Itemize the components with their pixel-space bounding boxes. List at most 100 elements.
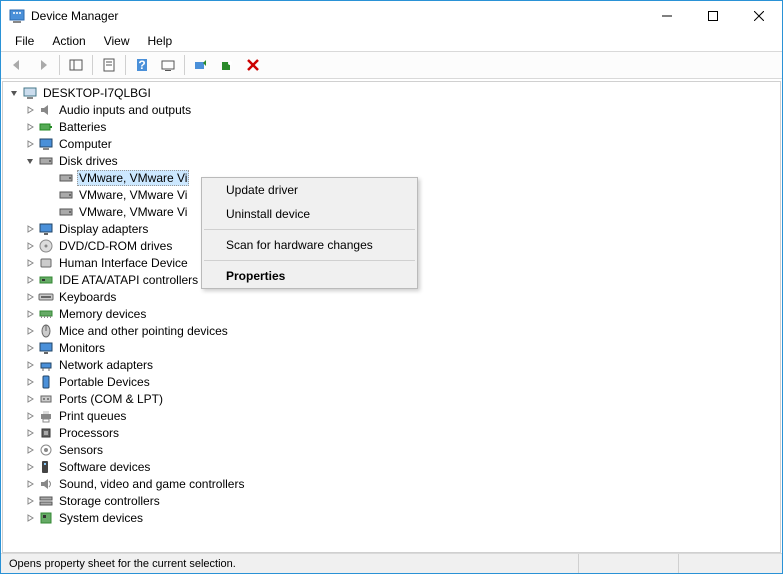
tree-root[interactable]: DESKTOP-I7QLBGI <box>3 84 780 101</box>
collapse-icon[interactable] <box>23 154 37 168</box>
expand-icon[interactable] <box>7 86 21 100</box>
category-label: Ports (COM & LPT) <box>57 392 165 406</box>
category-label: Portable Devices <box>57 375 152 389</box>
forward-button[interactable] <box>31 54 55 76</box>
category-label: Computer <box>57 137 114 151</box>
storage-icon <box>38 493 54 509</box>
tree-category[interactable]: Print queues <box>3 407 780 424</box>
category-label: Disk drives <box>57 154 120 168</box>
menubar: File Action View Help <box>1 31 782 51</box>
category-label: Mice and other pointing devices <box>57 324 230 338</box>
tree-category[interactable]: Network adapters <box>3 356 780 373</box>
tree-category[interactable]: Disk drives <box>3 152 780 169</box>
hid-icon <box>38 255 54 271</box>
computer-icon <box>38 136 54 152</box>
back-button[interactable] <box>5 54 29 76</box>
memory-icon <box>38 306 54 322</box>
status-cell-3 <box>678 554 778 573</box>
expand-icon[interactable] <box>23 137 37 151</box>
help-button[interactable]: ? <box>130 54 154 76</box>
mouse-icon <box>38 323 54 339</box>
expand-icon[interactable] <box>23 256 37 270</box>
ide-icon <box>38 272 54 288</box>
update-button[interactable] <box>189 54 213 76</box>
tree-category[interactable]: Batteries <box>3 118 780 135</box>
minimize-button[interactable] <box>644 1 690 31</box>
category-label: Sensors <box>57 443 105 457</box>
computer-icon <box>22 85 38 101</box>
tree-category[interactable]: Processors <box>3 424 780 441</box>
tree-category[interactable]: Memory devices <box>3 305 780 322</box>
menu-uninstall-device[interactable]: Uninstall device <box>202 202 417 226</box>
menu-action[interactable]: Action <box>44 32 93 50</box>
expand-icon[interactable] <box>23 324 37 338</box>
tree-category[interactable]: Storage controllers <box>3 492 780 509</box>
port-icon <box>38 391 54 407</box>
expand-icon[interactable] <box>23 392 37 406</box>
menu-update-driver[interactable]: Update driver <box>202 178 417 202</box>
properties-button[interactable] <box>97 54 121 76</box>
menu-help[interactable]: Help <box>140 32 181 50</box>
expand-icon[interactable] <box>23 375 37 389</box>
keyboard-icon <box>38 289 54 305</box>
disable-button[interactable] <box>241 54 265 76</box>
expand-icon[interactable] <box>23 273 37 287</box>
expand-icon[interactable] <box>23 103 37 117</box>
menu-scan-hardware[interactable]: Scan for hardware changes <box>202 233 417 257</box>
expand-icon[interactable] <box>23 511 37 525</box>
tree-category[interactable]: System devices <box>3 509 780 526</box>
category-label: Print queues <box>57 409 128 423</box>
disk-icon <box>58 170 74 186</box>
close-button[interactable] <box>736 1 782 31</box>
expand-icon[interactable] <box>23 494 37 508</box>
context-menu-sep <box>204 229 415 230</box>
expand-icon[interactable] <box>23 239 37 253</box>
tree-category[interactable]: Sensors <box>3 441 780 458</box>
network-icon <box>38 357 54 373</box>
tree-category[interactable]: Monitors <box>3 339 780 356</box>
expand-icon[interactable] <box>23 307 37 321</box>
tree-category[interactable]: Ports (COM & LPT) <box>3 390 780 407</box>
category-label: Human Interface Device <box>57 256 190 270</box>
category-label: Keyboards <box>57 290 118 304</box>
system-icon <box>38 510 54 526</box>
expand-icon[interactable] <box>23 358 37 372</box>
expand-icon[interactable] <box>23 477 37 491</box>
tree-category[interactable]: Computer <box>3 135 780 152</box>
expand-icon[interactable] <box>23 290 37 304</box>
menu-properties[interactable]: Properties <box>202 264 417 288</box>
expand-icon[interactable] <box>23 120 37 134</box>
expand-icon[interactable] <box>23 409 37 423</box>
dvd-icon <box>38 238 54 254</box>
device-label: VMware, VMware Vi <box>77 188 189 202</box>
device-tree[interactable]: DESKTOP-I7QLBGI Audio inputs and outputs… <box>2 81 781 553</box>
statusbar: Opens property sheet for the current sel… <box>1 553 782 573</box>
uninstall-button[interactable] <box>215 54 239 76</box>
expand-icon[interactable] <box>23 426 37 440</box>
context-menu-sep <box>204 260 415 261</box>
expand-icon[interactable] <box>23 443 37 457</box>
display-icon <box>38 221 54 237</box>
maximize-button[interactable] <box>690 1 736 31</box>
expand-icon[interactable] <box>23 341 37 355</box>
menu-view[interactable]: View <box>96 32 138 50</box>
menu-file[interactable]: File <box>7 32 42 50</box>
category-label: Network adapters <box>57 358 155 372</box>
scan-hardware-button[interactable] <box>156 54 180 76</box>
category-label: IDE ATA/ATAPI controllers <box>57 273 200 287</box>
device-label: VMware, VMware Vi <box>77 170 189 186</box>
sensor-icon <box>38 442 54 458</box>
show-hide-button[interactable] <box>64 54 88 76</box>
tree-category[interactable]: Software devices <box>3 458 780 475</box>
sound-icon <box>38 476 54 492</box>
category-label: Monitors <box>57 341 107 355</box>
expand-icon[interactable] <box>23 222 37 236</box>
titlebar: Device Manager <box>1 1 782 31</box>
tree-category[interactable]: Portable Devices <box>3 373 780 390</box>
tree-category[interactable]: Mice and other pointing devices <box>3 322 780 339</box>
tree-category[interactable]: Audio inputs and outputs <box>3 101 780 118</box>
tree-root-label: DESKTOP-I7QLBGI <box>41 86 153 100</box>
tree-category[interactable]: Sound, video and game controllers <box>3 475 780 492</box>
expand-icon[interactable] <box>23 460 37 474</box>
tree-category[interactable]: Keyboards <box>3 288 780 305</box>
